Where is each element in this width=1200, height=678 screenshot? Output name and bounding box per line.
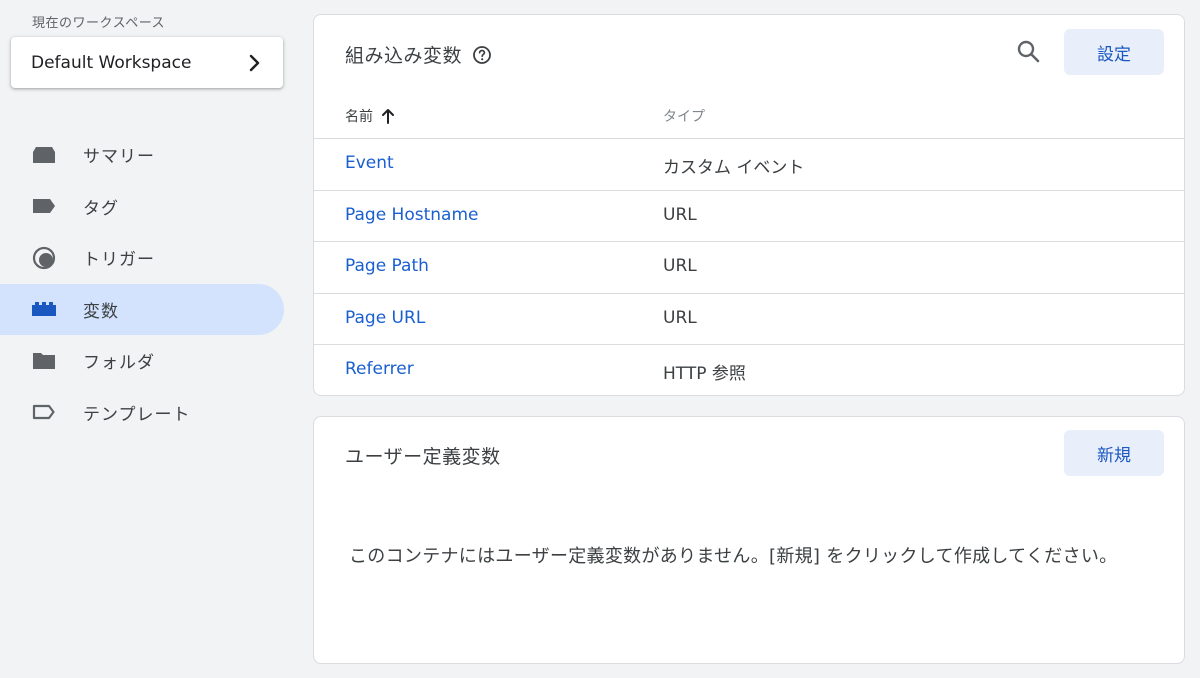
variable-type: HTTP 参照 [663, 364, 746, 384]
builtin-variables-table: Event カスタム イベント Page Hostname URL Page P… [314, 139, 1184, 397]
help-icon[interactable] [472, 45, 492, 65]
variable-name-link[interactable]: Event [345, 153, 394, 173]
builtin-variables-card: 組み込み変数 設定 名前 タイプ Event カスタム イベント Page Ho… [313, 14, 1185, 396]
column-header-type[interactable]: タイプ [663, 106, 705, 126]
user-defined-variables-title: ユーザー定義変数 [345, 446, 501, 468]
new-variable-button[interactable]: 新規 [1064, 430, 1164, 476]
variable-type: URL [663, 256, 697, 276]
builtin-variables-title: 組み込み変数 [345, 41, 492, 68]
variable-name-link[interactable]: Page Path [345, 256, 429, 276]
sidebar-item-variables[interactable]: 変数 [0, 283, 284, 335]
table-header: 名前 タイプ [314, 95, 1184, 139]
sidebar-item-label: テンプレート [83, 404, 191, 425]
sidebar-item-label: サマリー [83, 147, 155, 168]
trigger-icon [31, 246, 57, 269]
variable-name-link[interactable]: Page URL [345, 308, 425, 328]
variable-name-link[interactable]: Page Hostname [345, 205, 478, 225]
table-row: Event カスタム イベント [314, 139, 1184, 191]
column-header-name-label: 名前 [345, 109, 373, 125]
sidebar-item-overview[interactable]: サマリー [0, 129, 284, 181]
table-row: Page Hostname URL [314, 191, 1184, 242]
template-icon [31, 401, 57, 423]
variable-type: URL [663, 204, 697, 225]
workspace-label: 現在のワークスペース [32, 16, 166, 31]
overview-icon [31, 144, 57, 166]
sidebar-item-label: タグ [83, 198, 119, 219]
table-row: Referrer HTTP 参照 [314, 345, 1184, 397]
builtin-title-text: 組み込み変数 [345, 45, 463, 67]
sidebar: 現在のワークスペース Default Workspace サマリー タグ トリガ… [0, 0, 300, 678]
sidebar-item-label: フォルダ [83, 353, 155, 374]
tag-icon [31, 195, 57, 217]
sidebar-item-triggers[interactable]: トリガー [0, 232, 284, 284]
search-button[interactable] [1014, 39, 1042, 67]
configure-button[interactable]: 設定 [1064, 29, 1164, 75]
sidebar-item-templates[interactable]: テンプレート [0, 387, 284, 439]
sidebar-item-tags[interactable]: タグ [0, 181, 284, 233]
arrow-up-icon [381, 108, 395, 124]
app-root: 現在のワークスペース Default Workspace サマリー タグ トリガ… [0, 0, 1200, 678]
variable-name-link[interactable]: Referrer [345, 359, 414, 379]
empty-state-message: このコンテナにはユーザー定義変数がありません。[新規] をクリックして作成してく… [349, 546, 1118, 567]
sidebar-item-label: トリガー [83, 250, 155, 271]
folder-icon [31, 350, 57, 372]
table-row: Page Path URL [314, 242, 1184, 294]
column-header-name[interactable]: 名前 [345, 106, 395, 126]
variables-icon [31, 298, 57, 320]
chevron-right-icon [249, 54, 265, 72]
user-defined-variables-card: ユーザー定義変数 新規 このコンテナにはユーザー定義変数がありません。[新規] … [313, 416, 1185, 664]
workspace-selector[interactable]: Default Workspace [11, 37, 283, 88]
variable-type: URL [663, 307, 697, 328]
table-row: Page URL URL [314, 294, 1184, 345]
sidebar-item-label: 変数 [83, 301, 119, 322]
search-icon [1016, 39, 1040, 67]
sidebar-item-folders[interactable]: フォルダ [0, 335, 284, 387]
sidebar-nav: サマリー タグ トリガー 変数 フォルダ テンプレート [0, 129, 284, 438]
workspace-name: Default Workspace [31, 52, 192, 73]
variable-type: カスタム イベント [663, 158, 805, 178]
